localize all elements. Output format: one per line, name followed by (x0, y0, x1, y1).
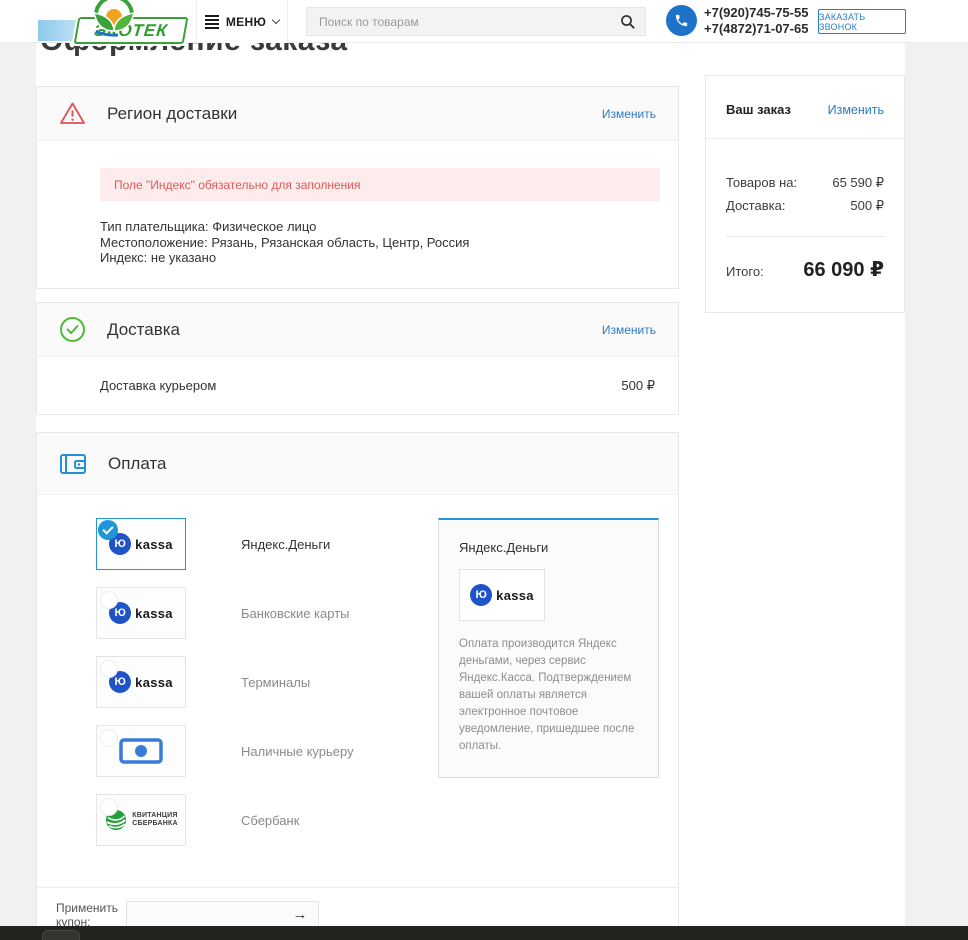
payment-detail-title: Яндекс.Деньги (459, 540, 640, 555)
menu-button[interactable]: МЕНЮ (196, 0, 288, 43)
sberbank-receipt-label: КВИТАНЦИЯ СБЕРБАНКА (132, 812, 177, 828)
search-input[interactable] (319, 8, 609, 35)
footer-strip (0, 926, 968, 940)
summary-divider (726, 236, 884, 237)
payment-option-sberbank[interactable]: КВИТАНЦИЯ СБЕРБАНКА Сбербанк (96, 794, 678, 846)
payment-detail-description: Оплата производится Яндекс деньгами, чер… (459, 636, 640, 755)
payment-card-yookassa[interactable]: Ю kassa (96, 587, 186, 639)
radio-unchecked-icon[interactable] (100, 798, 118, 816)
checkout-page: Оформление заказа МЕНЮ +7(920)745-75-55 … (0, 0, 968, 940)
order-summary-header: Ваш заказ Изменить (706, 76, 904, 139)
phone-number-2[interactable]: +7(4872)71-07-65 (704, 21, 808, 37)
search-icon[interactable] (620, 14, 636, 35)
payment-section-header: Оплата (37, 433, 678, 495)
order-summary-panel: Ваш заказ Изменить Товаров на: 65 590 ₽ … (705, 75, 905, 313)
warning-icon (59, 101, 86, 126)
radio-checked-icon[interactable] (98, 520, 118, 540)
coupon-submit-button[interactable]: → (286, 902, 314, 928)
summary-row-delivery: Доставка: 500 ₽ (726, 198, 884, 214)
summary-total-row: Итого: 66 090 ₽ (726, 257, 884, 282)
delivery-section-title: Доставка (107, 320, 180, 340)
region-section-title: Регион доставки (107, 104, 237, 124)
index-line: Индекс: не указано (100, 250, 660, 266)
payment-option-label[interactable]: Сбербанк (241, 813, 299, 828)
payment-section-title: Оплата (108, 454, 166, 474)
delivery-label: Доставка: (726, 198, 785, 214)
region-change-link[interactable]: Изменить (602, 107, 656, 121)
items-value: 65 590 ₽ (832, 175, 884, 191)
payment-options-list: Ю kassa Яндекс.Деньги Ю kassa Банковские… (37, 495, 678, 887)
section-delivery: Доставка Изменить Доставка курьером 500 … (36, 302, 679, 415)
wallet-icon (59, 451, 87, 477)
payment-card-sberbank[interactable]: КВИТАНЦИЯ СБЕРБАНКА (96, 794, 186, 846)
payment-card-yookassa[interactable]: Ю kassa (96, 656, 186, 708)
phone-number-1[interactable]: +7(920)745-75-55 (704, 5, 808, 21)
order-change-link[interactable]: Изменить (828, 103, 884, 117)
leaf-sun-emblem (88, 0, 140, 39)
payment-card-cash[interactable] (96, 725, 186, 777)
phone-icon (666, 5, 697, 36)
payment-detail-logo-box: Ю kassa (459, 569, 545, 621)
index-required-error: Поле "Индекс" обязательно для заполнения (100, 168, 660, 201)
delivery-value: 500 ₽ (850, 198, 884, 214)
chevron-down-icon (272, 16, 280, 24)
summary-row-items: Товаров на: 65 590 ₽ (726, 175, 884, 191)
radio-unchecked-icon[interactable] (100, 660, 118, 678)
phone-numbers: +7(920)745-75-55 +7(4872)71-07-65 (704, 5, 808, 37)
order-summary-body: Товаров на: 65 590 ₽ Доставка: 500 ₽ Ито… (706, 139, 904, 312)
order-call-button[interactable]: ЗАКАЗАТЬ ЗВОНОК (818, 9, 906, 34)
payer-type-line: Тип плательщика: Физическое лицо (100, 219, 660, 235)
location-line: Местоположение: Рязань, Рязанская област… (100, 235, 660, 251)
total-label: Итого: (726, 264, 764, 279)
total-value: 66 090 ₽ (803, 257, 884, 282)
delivery-method-row: Доставка курьером 500 ₽ (37, 357, 678, 414)
radio-unchecked-icon[interactable] (100, 729, 118, 747)
coupon-input-box: → (126, 901, 319, 929)
payment-detail-panel: Яндекс.Деньги Ю kassa Оплата производитс… (438, 518, 659, 778)
footer-nub (42, 930, 80, 940)
yookassa-logo: Ю kassa (109, 533, 173, 555)
delivery-section-header: Доставка Изменить (37, 303, 678, 357)
menu-label: МЕНЮ (226, 15, 266, 29)
items-label: Товаров на: (726, 175, 797, 191)
coupon-label: Применить купон: (56, 901, 120, 929)
section-payment: Оплата Ю kassa Яндекс.Деньги Ю (36, 432, 679, 940)
payment-option-label[interactable]: Терминалы (241, 675, 310, 690)
ecotek-logo[interactable]: ЭКОТЕК (36, 0, 196, 48)
delivery-price: 500 ₽ (621, 378, 655, 394)
yookassa-logo: Ю kassa (109, 602, 173, 624)
search-bar (306, 7, 646, 36)
delivery-method: Доставка курьером (100, 378, 216, 393)
banknote-icon (119, 738, 163, 764)
yookassa-logo: Ю kassa (470, 584, 534, 606)
check-circle-icon (59, 316, 86, 343)
section-delivery-region: Регион доставки Изменить Поле "Индекс" о… (36, 86, 679, 289)
hamburger-icon (205, 13, 219, 31)
coupon-input[interactable] (135, 902, 285, 928)
error-text: Поле "Индекс" обязательно для заполнения (100, 178, 360, 192)
yookassa-logo: Ю kassa (109, 671, 173, 693)
payment-option-label[interactable]: Наличные курьеру (241, 744, 354, 759)
region-details: Тип плательщика: Физическое лицо Местопо… (100, 219, 660, 266)
payment-option-label[interactable]: Яндекс.Деньги (241, 537, 330, 552)
payment-option-label[interactable]: Банковские карты (241, 606, 350, 621)
radio-unchecked-icon[interactable] (100, 591, 118, 609)
order-summary-title: Ваш заказ (726, 102, 791, 117)
region-section-header: Регион доставки Изменить (37, 87, 678, 141)
delivery-change-link[interactable]: Изменить (602, 323, 656, 337)
payment-card-yookassa[interactable]: Ю kassa (96, 518, 186, 570)
